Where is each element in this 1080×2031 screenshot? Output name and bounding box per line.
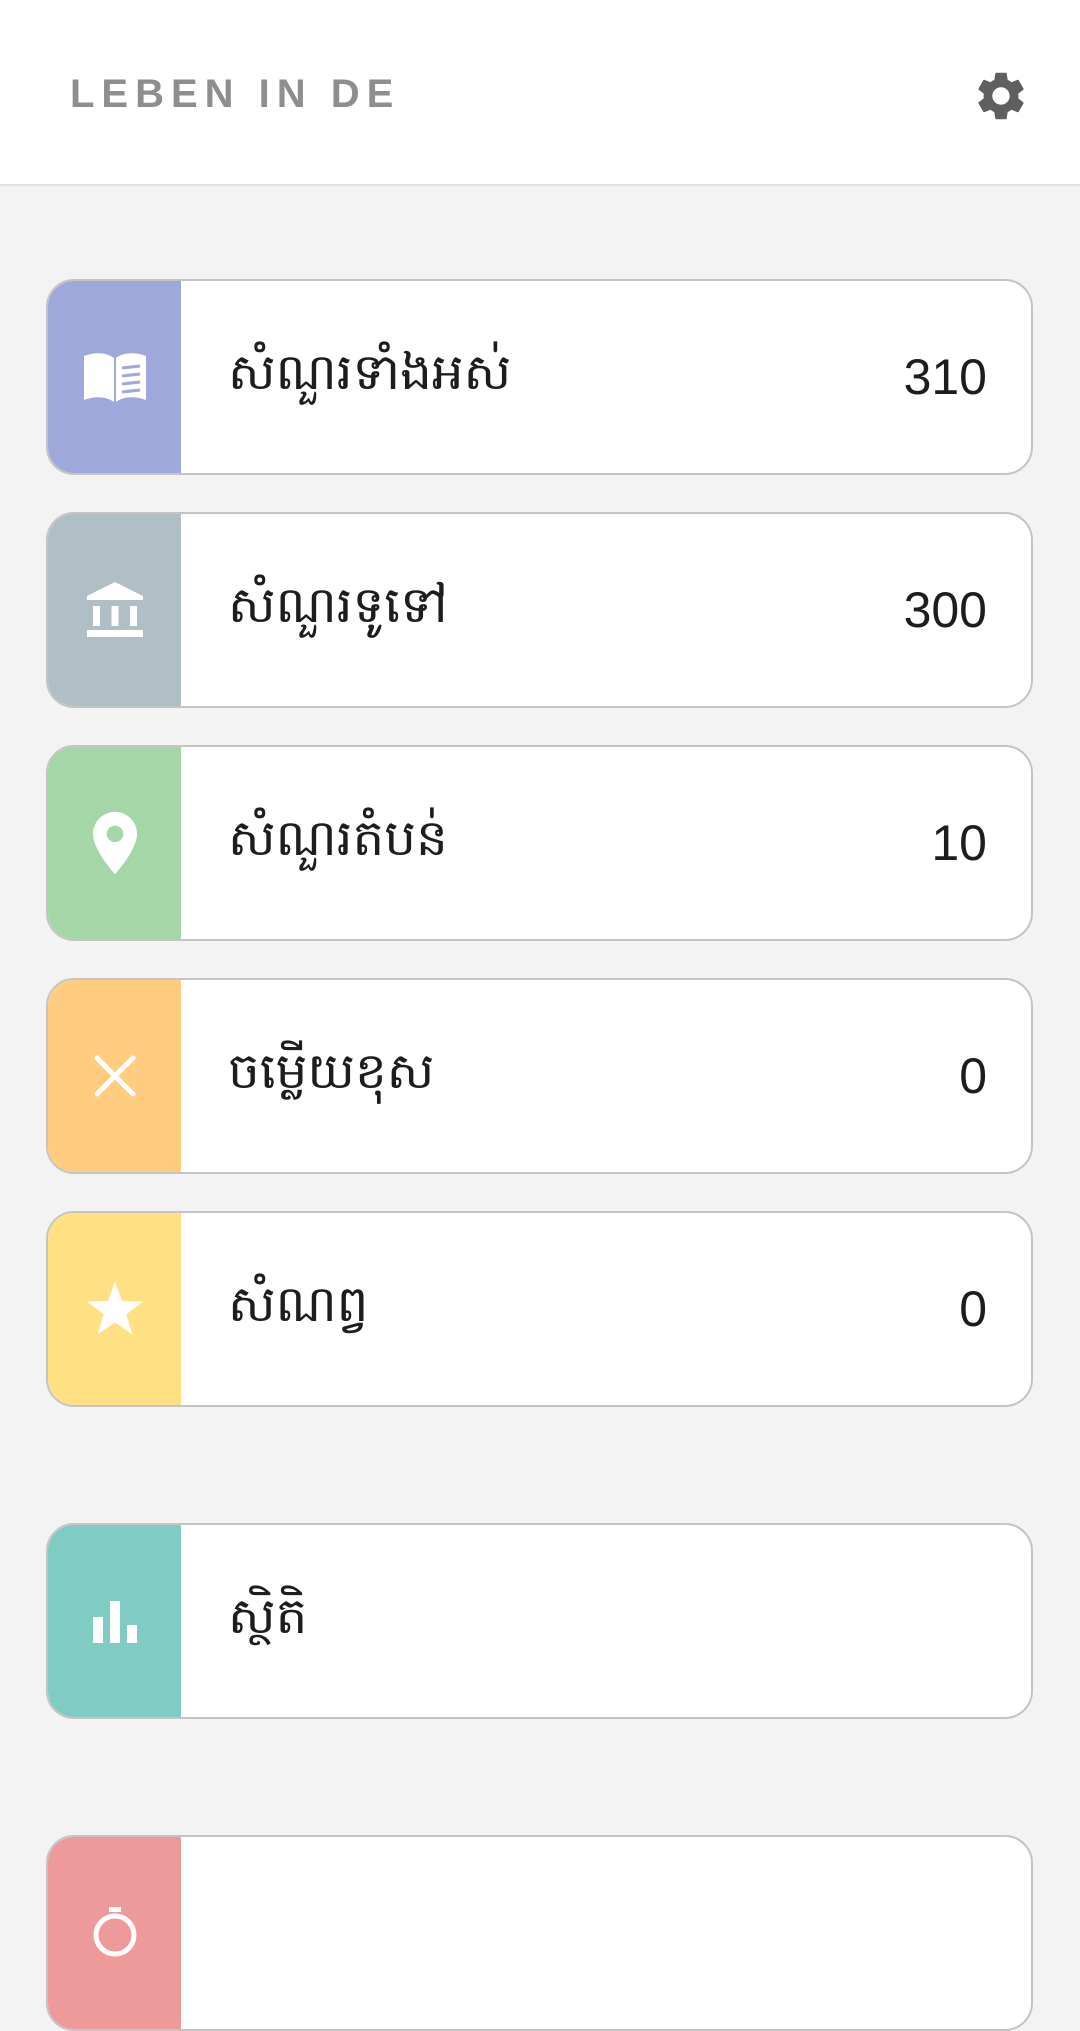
gear-icon [978,72,1024,120]
menu-item-count: 310 [903,349,987,405]
menu-item-favorites[interactable]: សំណព្វ 0 [46,1211,1033,1407]
menu-item-count: 10 [931,815,987,871]
location-pin-icon [92,811,137,875]
menu-item-label: សំណួរតំបន់ [228,808,448,867]
menu-item-partial[interactable] [46,1835,1033,2031]
menu-item-label: សំណួរទាំងអស់ [228,342,512,401]
menu-item-label: ចម្លើយខុស [228,1041,435,1100]
menu-item-all-questions[interactable]: សំណួរទាំងអស់ 310 [46,279,1033,475]
book-icon [83,353,146,402]
menu-item-icon-box [48,1837,181,2029]
menu-item-wrong-answers[interactable]: ចម្លើយខុស 0 [46,978,1033,1174]
menu-item-statistics[interactable]: ស្ថិតិ [46,1523,1033,1719]
menu-item-icon-box [48,980,181,1172]
app-header: LEBEN IN DE [0,0,1080,186]
menu-item-icon-box [48,1213,181,1405]
menu-item-icon-box [48,1525,181,1717]
menu-item-icon-box [48,281,181,473]
menu-item-icon-box [48,747,181,939]
menu-item-label: ស្ថិតិ [228,1586,308,1645]
timer-icon [93,1907,136,1957]
settings-button[interactable] [972,67,1030,125]
menu-item-general-questions[interactable]: សំណួរទូទៅ 300 [46,512,1033,708]
menu-item-icon-box [48,514,181,706]
bar-chart-icon [92,1601,137,1643]
menu-item-count: 0 [959,1281,987,1337]
close-icon [94,1055,135,1097]
bank-icon [86,582,143,637]
menu-item-regional-questions[interactable]: សំណួរតំបន់ 10 [46,745,1033,941]
menu-item-label: សំណព្វ [228,1274,369,1333]
menu-item-label: សំណួរទូទៅ [228,575,448,634]
app-title: LEBEN IN DE [70,72,401,116]
star-icon [86,1281,143,1335]
menu-item-count: 0 [959,1048,987,1104]
menu-item-count: 300 [903,582,987,638]
